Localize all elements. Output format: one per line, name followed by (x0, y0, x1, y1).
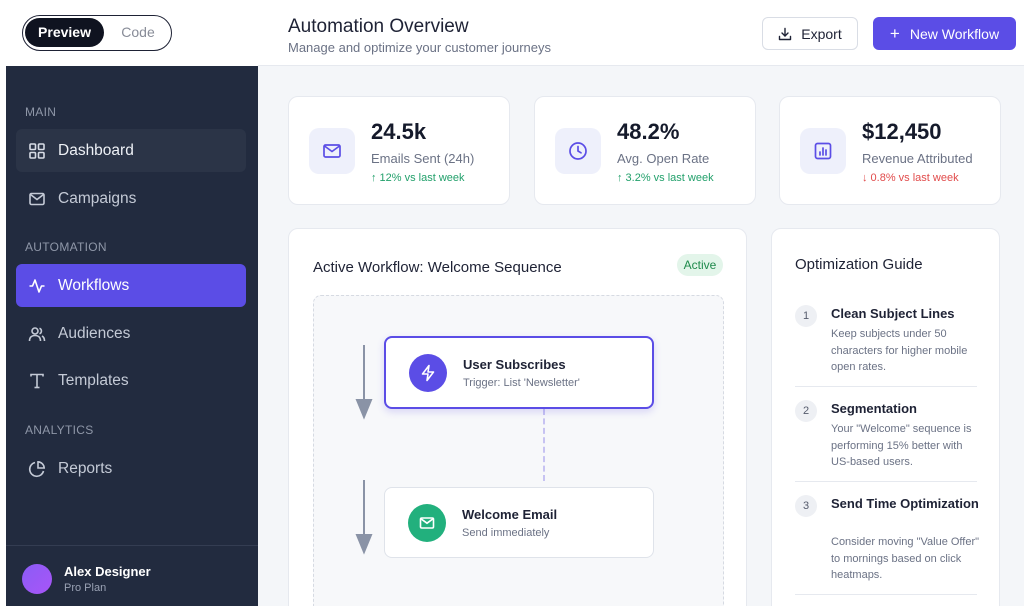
stat-trend: ↑ 3.2% vs last week (617, 172, 714, 184)
sidebar-item-audiences[interactable]: Audiences (16, 312, 246, 355)
node-subtitle: Send immediately (462, 527, 550, 539)
bar-chart-icon (800, 128, 846, 174)
workflow-canvas[interactable]: User Subscribes Trigger: List 'Newslette… (313, 295, 724, 606)
tip-title: Send Time Optimization (831, 496, 979, 511)
new-workflow-button[interactable]: + New Workflow (873, 17, 1016, 50)
guide-title: Optimization Guide (795, 256, 923, 273)
mail-icon (309, 128, 355, 174)
stat-label: Emails Sent (24h) (371, 151, 475, 166)
node-subtitle: Trigger: List 'Newsletter' (463, 377, 580, 389)
page-subtitle: Manage and optimize your customer journe… (288, 40, 552, 55)
node-connector (543, 409, 545, 481)
mail-icon (28, 190, 46, 208)
avatar[interactable] (22, 564, 52, 594)
page-title: Automation Overview (288, 16, 469, 37)
user-plan: Pro Plan (64, 582, 107, 594)
stat-value: 24.5k (371, 119, 427, 144)
type-icon (28, 372, 46, 390)
tip-divider (795, 594, 977, 595)
preview-toggle-option[interactable]: Preview (25, 18, 104, 47)
sidebar-divider (6, 545, 258, 546)
tip-title: Segmentation (831, 401, 917, 416)
tip-divider (795, 386, 977, 387)
stat-card-emails-sent: 24.5k Emails Sent (24h) ↑ 12% vs last we… (288, 96, 510, 205)
node-title: User Subscribes (463, 357, 566, 372)
arrow-down-icon (355, 345, 373, 420)
zap-icon (409, 354, 447, 392)
sidebar: Preview Code MAIN Dashboard Campaigns AU… (0, 0, 258, 606)
arrow-down-icon (355, 480, 373, 555)
sidebar-item-label: Workflows (58, 276, 130, 294)
tip-text: Keep subjects under 50 characters for hi… (831, 328, 968, 373)
section-label-automation: AUTOMATION (25, 240, 107, 254)
node-title: Welcome Email (462, 507, 558, 522)
export-button[interactable]: Export (762, 17, 858, 50)
stat-trend: ↑ 12% vs last week (371, 172, 465, 184)
export-button-label: Export (801, 25, 842, 42)
tip-divider (795, 481, 977, 482)
stat-label: Revenue Attributed (862, 151, 973, 166)
sidebar-item-label: Reports (58, 459, 113, 477)
stat-card-open-rate: 48.2% Avg. Open Rate ↑ 3.2% vs last week (534, 96, 756, 205)
grid-icon (28, 142, 46, 160)
active-workflow-panel: Active Workflow: Welcome Sequence Active… (288, 228, 747, 606)
users-icon (28, 325, 46, 343)
sidebar-item-reports[interactable]: Reports (16, 447, 246, 490)
stat-trend: ↓ 0.8% vs last week (862, 172, 959, 184)
plus-icon: + (889, 24, 900, 43)
download-icon (779, 27, 792, 40)
sidebar-item-templates[interactable]: Templates (16, 359, 246, 402)
tip-text: Your "Welcome" sequence is performing 15… (831, 423, 972, 468)
activity-icon (28, 277, 46, 295)
sidebar-item-label: Templates (58, 371, 129, 389)
mail-icon (408, 504, 446, 542)
stat-card-revenue: $12,450 Revenue Attributed ↓ 0.8% vs las… (779, 96, 1001, 205)
page-header: Automation Overview Manage and optimize … (258, 0, 1024, 66)
clock-icon (555, 128, 601, 174)
tip-number: 3 (795, 495, 817, 517)
user-name: Alex Designer (64, 564, 151, 579)
tip-number: 2 (795, 400, 817, 422)
stat-value: $12,450 (862, 119, 942, 144)
workflow-title: Active Workflow: Welcome Sequence (313, 259, 562, 276)
stat-value: 48.2% (617, 119, 680, 144)
section-label-main: MAIN (25, 105, 57, 119)
section-label-analytics: ANALYTICS (25, 423, 94, 437)
status-badge: Active (677, 254, 723, 276)
optimization-guide-panel: Optimization Guide 1 Clean Subject Lines… (771, 228, 1000, 606)
view-mode-toggle: Preview Code (22, 15, 172, 51)
sidebar-item-label: Dashboard (58, 141, 134, 159)
new-workflow-button-label: New Workflow (909, 25, 1000, 42)
workflow-node-action[interactable]: Welcome Email Send immediately (384, 487, 654, 558)
sidebar-item-label: Audiences (58, 324, 131, 342)
pie-chart-icon (28, 460, 46, 478)
sidebar-item-campaigns[interactable]: Campaigns (16, 177, 246, 220)
sidebar-item-workflows[interactable]: Workflows (16, 264, 246, 307)
sidebar-item-dashboard[interactable]: Dashboard (16, 129, 246, 172)
code-toggle-option[interactable]: Code (107, 18, 169, 47)
tip-text: Consider moving "Value Offer" to morning… (831, 536, 980, 581)
tip-title: Clean Subject Lines (831, 306, 955, 321)
sidebar-item-label: Campaigns (58, 189, 137, 207)
tip-number: 1 (795, 305, 817, 327)
workflow-node-trigger[interactable]: User Subscribes Trigger: List 'Newslette… (384, 336, 654, 409)
stat-label: Avg. Open Rate (617, 151, 710, 166)
